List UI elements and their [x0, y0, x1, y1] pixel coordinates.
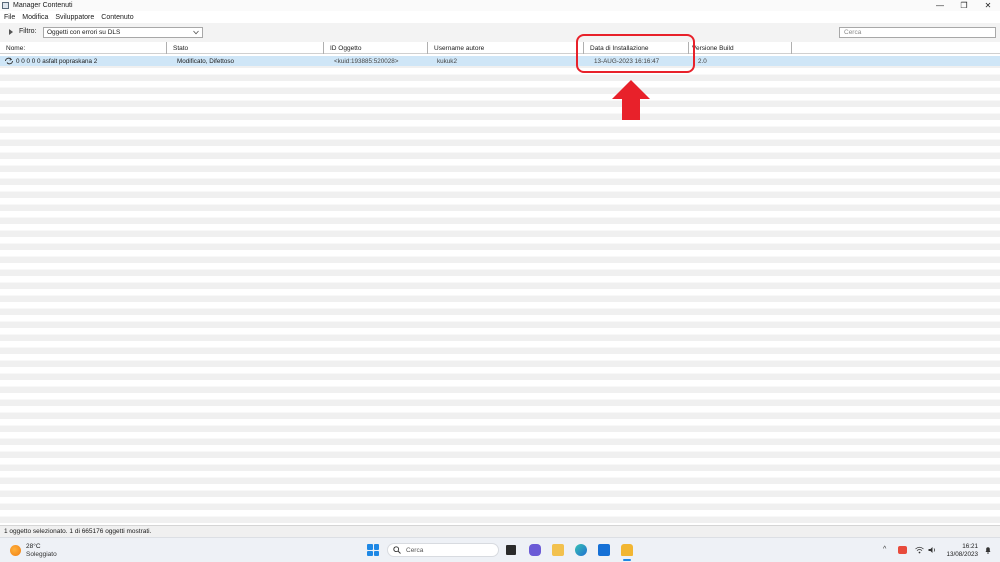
arrow-up-icon	[612, 80, 650, 120]
search-icon	[393, 546, 401, 554]
app-icon	[2, 2, 9, 9]
window-title: Manager Contenuti	[13, 2, 73, 9]
window-controls: — ❐ ✕	[928, 0, 1000, 11]
menu-bar: File Modifica Sviluppatore Contenuto	[0, 11, 1000, 23]
annotation-highlight-box	[576, 34, 695, 73]
play-icon[interactable]	[9, 29, 13, 35]
cell-build: 2.0	[698, 57, 707, 65]
taskbar-search-placeholder: Cerca	[406, 546, 424, 554]
restore-icon: ❐	[960, 1, 968, 10]
chat-icon[interactable]	[529, 544, 541, 556]
weather-description[interactable]: Soleggiato	[26, 551, 57, 558]
menu-contenuto[interactable]: Contenuto	[101, 14, 133, 21]
column-header-status[interactable]: Stato	[167, 42, 324, 54]
active-app-indicator	[623, 559, 631, 561]
clock-date: 13/08/2023	[946, 551, 978, 558]
start-button[interactable]	[367, 544, 379, 556]
filter-bar: Filtro: Oggetti con errori su DLS	[0, 23, 1000, 42]
status-text: 1 oggetto selezionato. 1 di 665176 ogget…	[4, 528, 152, 535]
taskbar-search[interactable]: Cerca	[387, 543, 499, 557]
taskbar: 28°C Soleggiato Cerca ^ 16:21 13/08/2023	[0, 537, 1000, 562]
store-icon[interactable]	[598, 544, 610, 556]
cell-author: kukuk2	[437, 57, 457, 65]
windows-logo-icon	[367, 544, 373, 550]
column-header-author[interactable]: Username autore	[428, 42, 584, 54]
status-bar: 1 oggetto selezionato. 1 di 665176 ogget…	[0, 525, 1000, 537]
table-header: Nome: Stato ID Oggetto Username autore D…	[0, 42, 1000, 54]
filter-selected-value: Oggetti con errori su DLS	[47, 29, 121, 36]
weather-temperature[interactable]: 28°C	[26, 543, 41, 550]
menu-sviluppatore[interactable]: Sviluppatore	[55, 14, 94, 21]
column-header-object-id[interactable]: ID Oggetto	[324, 42, 428, 54]
filter-dropdown[interactable]: Oggetti con errori su DLS	[43, 27, 203, 38]
cell-status: Modificato, Difettoso	[177, 57, 235, 65]
close-button[interactable]: ✕	[976, 0, 1000, 11]
chevron-down-icon	[193, 30, 199, 35]
close-icon: ✕	[984, 1, 992, 10]
wifi-icon[interactable]	[915, 546, 924, 554]
table-body: 0 0 0 0 0 asfalt popraskana 2 Modificato…	[0, 55, 1000, 525]
title-bar: Manager Contenuti — ❐ ✕	[0, 0, 1000, 11]
cell-object-id: <kuid:193885:520028>	[334, 57, 399, 65]
table-row[interactable]: 0 0 0 0 0 asfalt popraskana 2 Modificato…	[0, 56, 1000, 66]
cell-name: 0 0 0 0 0 asfalt popraskana 2	[16, 57, 98, 65]
sync-icon	[5, 57, 13, 65]
volume-icon[interactable]	[928, 546, 937, 554]
filter-label: Filtro:	[19, 28, 37, 35]
column-header-name[interactable]: Nome:	[0, 42, 167, 54]
chevron-up-icon[interactable]: ^	[883, 546, 886, 553]
menu-file[interactable]: File	[4, 14, 15, 21]
task-view-icon[interactable]	[506, 545, 516, 555]
column-header-build[interactable]: Versione Build	[689, 42, 792, 54]
edge-browser-icon[interactable]	[575, 544, 587, 556]
notification-bell-icon[interactable]	[984, 546, 992, 554]
content-manager-icon[interactable]	[621, 544, 633, 556]
sun-icon[interactable]	[10, 545, 21, 556]
file-explorer-icon[interactable]	[552, 544, 564, 556]
minimize-icon: —	[936, 1, 944, 10]
restore-button[interactable]: ❐	[952, 0, 976, 11]
clock-time: 16:21	[962, 543, 978, 550]
search-box[interactable]	[839, 27, 996, 38]
minimize-button[interactable]: —	[928, 0, 952, 11]
menu-modifica[interactable]: Modifica	[22, 14, 48, 21]
tray-app-icon[interactable]	[898, 546, 907, 554]
search-input[interactable]	[840, 28, 995, 37]
taskbar-clock[interactable]: 16:21 13/08/2023	[946, 543, 978, 559]
